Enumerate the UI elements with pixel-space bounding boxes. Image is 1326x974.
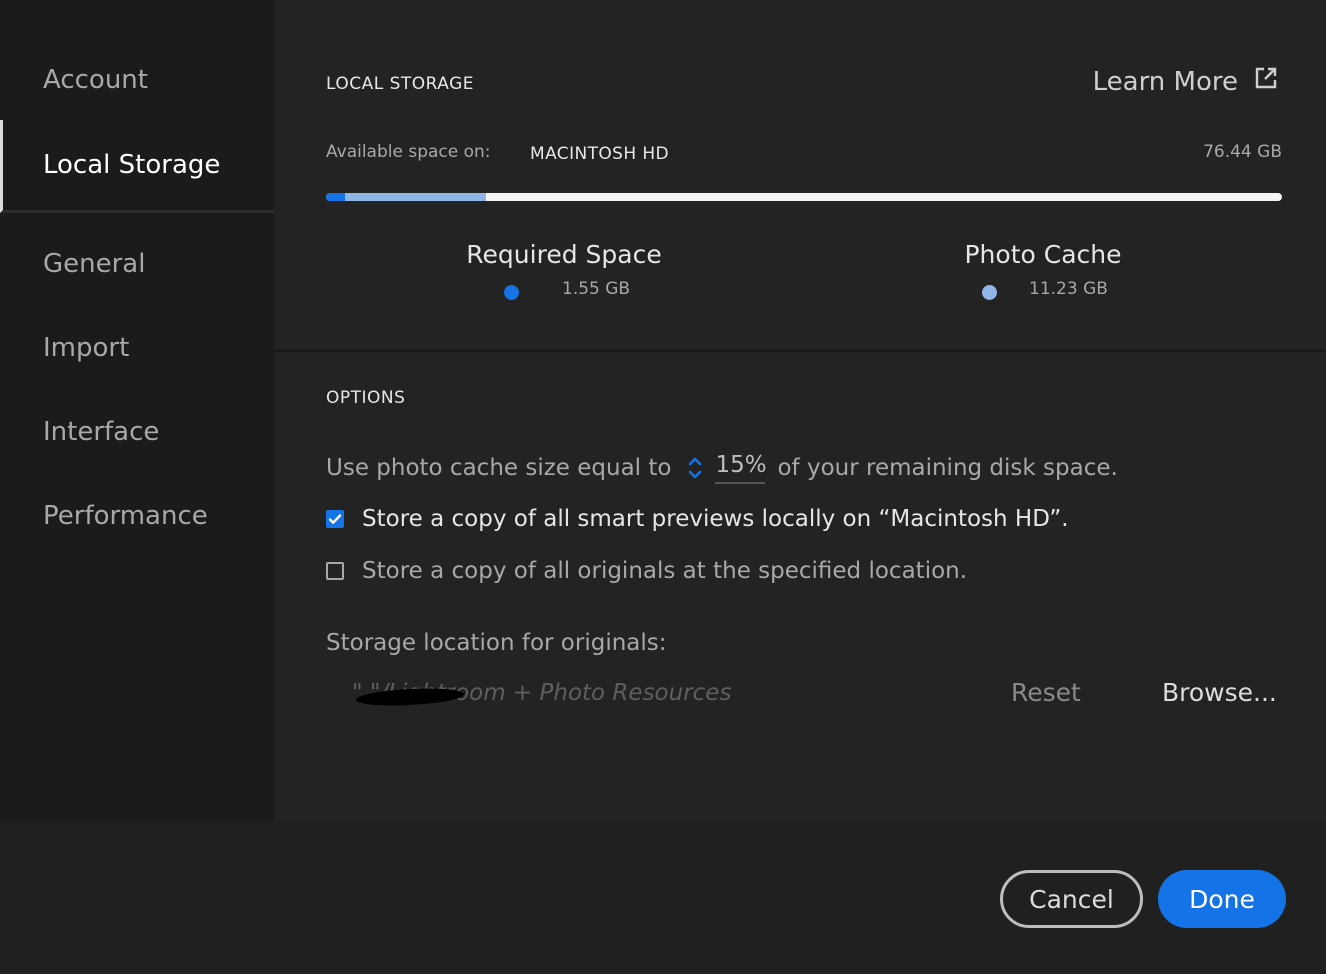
browse-button[interactable]: Browse...: [1162, 678, 1277, 707]
reset-button[interactable]: Reset: [1011, 678, 1081, 707]
storage-location-label: Storage location for originals:: [326, 630, 667, 656]
legend-title: Required Space: [466, 240, 662, 269]
sidebar-item-import[interactable]: Import: [0, 306, 274, 390]
sidebar-item-general[interactable]: General: [0, 222, 274, 306]
preferences-dialog: Account Local Storage General Import Int…: [0, 0, 1326, 974]
legend-required-space: Required Space 1.55 GB: [454, 240, 674, 307]
options-panel: OPTIONS Use photo cache size equal to 15…: [274, 352, 1326, 820]
legend-value: 11.23 GB: [1029, 279, 1108, 299]
local-storage-title: LOCAL STORAGE: [326, 74, 475, 94]
external-link-icon: [1254, 66, 1278, 97]
sidebar-item-label: Interface: [43, 417, 160, 447]
cache-size-prefix: Use photo cache size equal to: [326, 455, 672, 481]
sidebar-item-label: Local Storage: [43, 150, 221, 180]
cache-percent-input[interactable]: 15%: [715, 452, 767, 484]
done-button[interactable]: Done: [1158, 870, 1286, 928]
originals-option: Store a copy of all originals at the spe…: [326, 558, 967, 584]
storage-bar-required-space: [326, 193, 346, 201]
originals-label[interactable]: Store a copy of all originals at the spe…: [362, 558, 967, 584]
local-storage-panel: LOCAL STORAGE Learn More Available space…: [274, 0, 1326, 349]
sidebar-item-label: Account: [43, 65, 148, 95]
photo-cache-size-row: Use photo cache size equal to 15% of you…: [326, 452, 1118, 484]
sidebar-item-performance[interactable]: Performance: [0, 474, 274, 558]
disk-name: MACINTOSH HD: [530, 144, 670, 164]
sidebar-item-label: Performance: [43, 501, 208, 531]
sidebar-item-interface[interactable]: Interface: [0, 390, 274, 474]
smart-previews-option: Store a copy of all smart previews local…: [326, 506, 1069, 532]
storage-bar-photo-cache: [345, 193, 486, 201]
available-space-label: Available space on:: [326, 142, 491, 162]
legend-title: Photo Cache: [964, 240, 1122, 269]
sidebar-item-label: Import: [43, 333, 130, 363]
cache-size-suffix: of your remaining disk space.: [777, 455, 1118, 481]
photo-cache-dot-icon: [982, 285, 997, 300]
sidebar-item-label: General: [43, 249, 146, 279]
smart-previews-label[interactable]: Store a copy of all smart previews local…: [362, 506, 1069, 532]
legend-value: 1.55 GB: [562, 279, 631, 299]
legend-photo-cache: Photo Cache 11.23 GB: [933, 240, 1153, 307]
up-down-chevron-icon: [689, 457, 702, 479]
sidebar-item-local-storage[interactable]: Local Storage: [0, 120, 274, 213]
learn-more-label: Learn More: [1092, 66, 1238, 97]
originals-checkbox[interactable]: [326, 562, 344, 580]
cache-percent-stepper[interactable]: [687, 455, 703, 481]
required-space-dot-icon: [504, 285, 519, 300]
disk-size: 76.44 GB: [1203, 142, 1282, 162]
options-title: OPTIONS: [326, 388, 406, 408]
checkmark-icon: [328, 514, 342, 524]
smart-previews-checkbox[interactable]: [326, 510, 344, 528]
cancel-button[interactable]: Cancel: [1000, 870, 1143, 928]
learn-more-link[interactable]: Learn More: [1093, 66, 1278, 97]
sidebar-item-account[interactable]: Account: [0, 38, 274, 122]
storage-usage-bar: [326, 193, 1282, 201]
preferences-sidebar: Account Local Storage General Import Int…: [0, 0, 274, 820]
